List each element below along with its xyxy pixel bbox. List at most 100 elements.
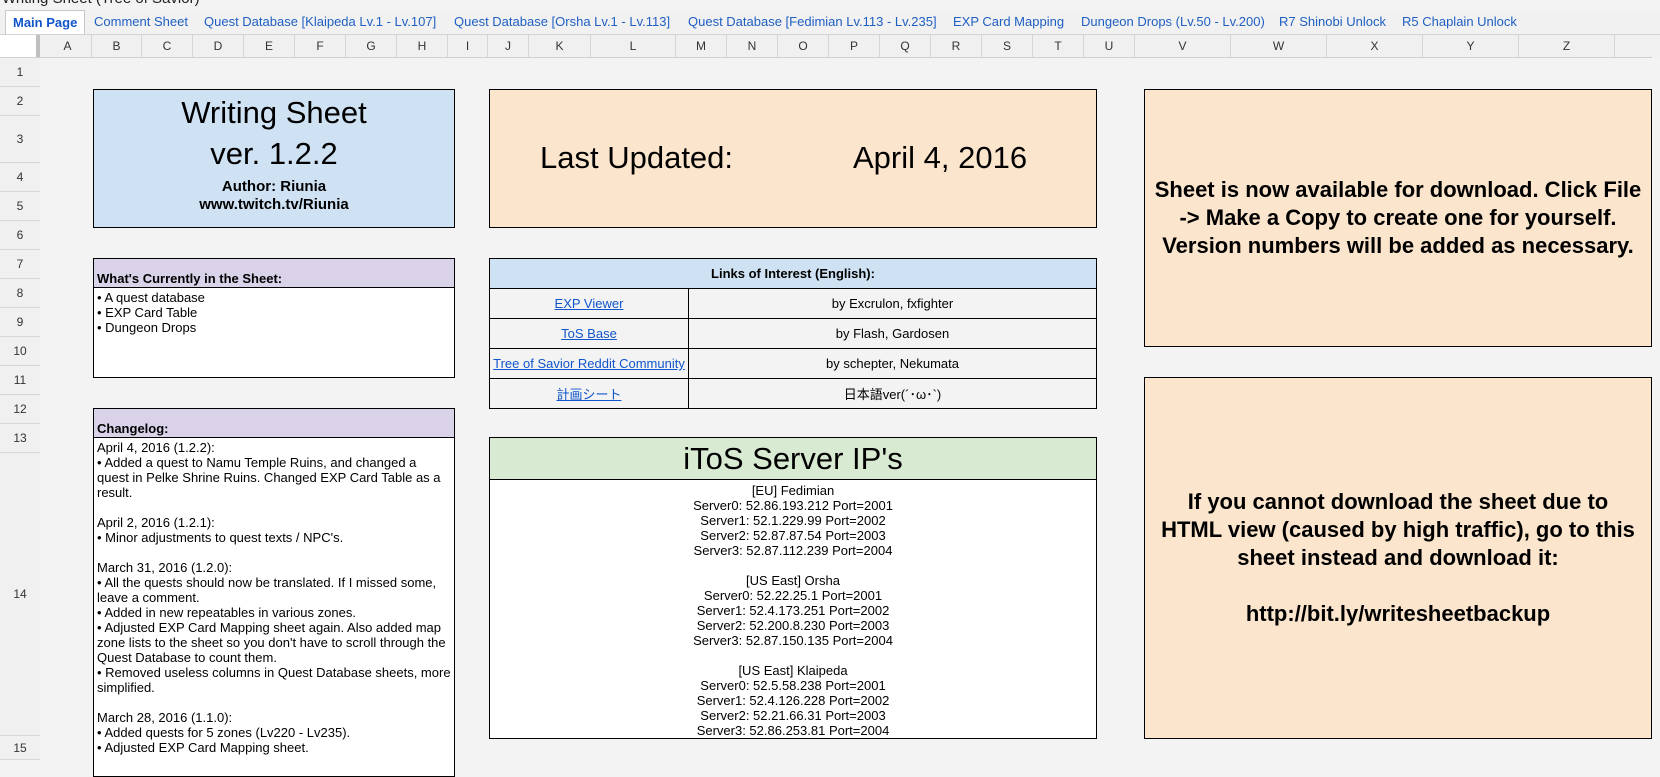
- table-row: Tree of Savior Reddit Community by schep…: [489, 348, 1097, 379]
- tab-r7-shinobi[interactable]: R7 Shinobi Unlock: [1279, 10, 1386, 33]
- server-group: [US East] Klaipeda Server0: 52.5.58.238 …: [490, 663, 1096, 738]
- changelog-date: March 28, 2016 (1.1.0):: [97, 710, 233, 725]
- author: Author: Riunia: [221, 178, 327, 195]
- column-header-v[interactable]: V: [1135, 35, 1231, 57]
- download-notice-text: Sheet is now available for download. Cli…: [1154, 177, 1642, 258]
- row-header-10[interactable]: 10: [0, 337, 40, 366]
- row-header-14[interactable]: 14: [0, 453, 40, 736]
- sheet-tab-bar: Main Page Comment Sheet Quest Database […: [0, 10, 1660, 35]
- column-header-c[interactable]: C: [142, 35, 193, 57]
- changelog-item: • All the quests should now be translate…: [97, 575, 437, 605]
- column-header-o[interactable]: O: [778, 35, 829, 57]
- vertical-scrollbar[interactable]: [1652, 57, 1660, 764]
- current-contents-heading: What's Currently in the Sheet:: [93, 258, 455, 288]
- link-credit: 日本語ver(´･ω･`): [688, 378, 1097, 409]
- row-header-12[interactable]: 12: [0, 395, 40, 424]
- column-header-r[interactable]: R: [931, 35, 982, 57]
- row-header-7[interactable]: 7: [0, 250, 40, 279]
- column-header-t[interactable]: T: [1033, 35, 1084, 57]
- link-exp-viewer[interactable]: EXP Viewer: [555, 296, 624, 311]
- column-header-x[interactable]: X: [1327, 35, 1423, 57]
- row-header-15[interactable]: 15: [0, 736, 40, 760]
- select-all-corner[interactable]: [0, 35, 40, 57]
- row-header-2[interactable]: 2: [0, 87, 40, 116]
- sheet-title: Writing Sheet: [181, 95, 367, 130]
- changelog-entry: April 4, 2016 (1.2.2): • Added a quest t…: [97, 440, 451, 500]
- current-contents-list: • A quest database • EXP Card Table • Du…: [93, 287, 455, 378]
- changelog-entry: April 2, 2016 (1.2.1): • Minor adjustmen…: [97, 515, 451, 545]
- server-region: [EU] Fedimian: [751, 483, 835, 498]
- server-line: Server3: 52.87.112.239 Port=2004: [693, 543, 893, 558]
- tab-quest-db-fedimian[interactable]: Quest Database [Fedimian Lv.113 - Lv.235…: [688, 10, 937, 33]
- server-line: Server3: 52.87.150.135 Port=2004: [693, 633, 893, 648]
- server-line: Server0: 52.22.25.1 Port=2001: [703, 588, 883, 603]
- server-ips-heading: iToS Server IP's: [489, 437, 1097, 480]
- document-title: Writing Sheet (Tree of Savior): [2, 0, 200, 7]
- row-header-5[interactable]: 5: [0, 192, 40, 221]
- backup-url: http://bit.ly/writesheetbackup: [1245, 601, 1551, 626]
- link-credit: by schepter, Nekumata: [688, 348, 1097, 379]
- row-header-4[interactable]: 4: [0, 163, 40, 192]
- changelog-item: • Added in new repeatables in various zo…: [97, 605, 356, 620]
- row-header-1[interactable]: 1: [0, 58, 40, 87]
- links-table: Links of Interest (English): EXP Viewer …: [489, 258, 1097, 409]
- column-header-s[interactable]: S: [982, 35, 1033, 57]
- backup-notice-text: If you cannot download the sheet due to …: [1161, 489, 1635, 570]
- link-credit: by Excrulon, fxfighter: [688, 288, 1097, 319]
- table-row: EXP Viewer by Excrulon, fxfighter: [489, 288, 1097, 319]
- changelog-item: • Added a quest to Namu Temple Ruins, an…: [97, 455, 441, 500]
- row-header-3[interactable]: 3: [0, 116, 40, 163]
- column-header-y[interactable]: Y: [1423, 35, 1519, 57]
- link-planning-sheet-jp[interactable]: 計画シート: [556, 387, 621, 402]
- server-line: Server2: 52.21.66.31 Port=2003: [700, 708, 886, 723]
- column-header-a[interactable]: A: [44, 35, 92, 57]
- tab-comment-sheet[interactable]: Comment Sheet: [94, 10, 188, 33]
- list-item: • EXP Card Table: [97, 305, 198, 320]
- column-header-g[interactable]: G: [346, 35, 397, 57]
- changelog-item: • Adjusted EXP Card Mapping sheet again.…: [97, 620, 446, 665]
- column-header-n[interactable]: N: [727, 35, 778, 57]
- column-header-i[interactable]: I: [448, 35, 488, 57]
- tab-quest-db-klaipeda[interactable]: Quest Database [Klaipeda Lv.1 - Lv.107]: [204, 10, 436, 33]
- link-tos-base[interactable]: ToS Base: [561, 326, 617, 341]
- server-group: [US East] Orsha Server0: 52.22.25.1 Port…: [490, 573, 1096, 648]
- tab-exp-card-mapping[interactable]: EXP Card Mapping: [953, 10, 1064, 33]
- changelog-item: • Added quests for 5 zones (Lv220 - Lv23…: [97, 725, 351, 740]
- row-header-13[interactable]: 13: [0, 424, 40, 453]
- changelog-item: • Adjusted EXP Card Mapping sheet.: [97, 740, 309, 755]
- tab-quest-db-orsha[interactable]: Quest Database [Orsha Lv.1 - Lv.113]: [454, 10, 670, 33]
- column-header-m[interactable]: M: [676, 35, 727, 57]
- tab-r5-chaplain[interactable]: R5 Chaplain Unlock: [1402, 10, 1517, 33]
- server-line: Server0: 52.5.58.238 Port=2001: [700, 678, 886, 693]
- column-header-f[interactable]: F: [295, 35, 346, 57]
- column-header-h[interactable]: H: [397, 35, 448, 57]
- column-header-k[interactable]: K: [529, 35, 591, 57]
- list-item: • Dungeon Drops: [97, 320, 197, 335]
- server-line: Server2: 52.200.8.230 Port=2003: [696, 618, 890, 633]
- row-header-8[interactable]: 8: [0, 279, 40, 308]
- server-line: Server1: 52.4.173.251 Port=2002: [696, 603, 890, 618]
- column-header-d[interactable]: D: [193, 35, 244, 57]
- row-header-9[interactable]: 9: [0, 308, 40, 337]
- tab-dungeon-drops[interactable]: Dungeon Drops (Lv.50 - Lv.200): [1081, 10, 1265, 33]
- last-updated-value: April 4, 2016: [853, 140, 1028, 175]
- changelog-heading: Changelog:: [93, 408, 455, 438]
- column-header-l[interactable]: L: [591, 35, 676, 57]
- column-header-b[interactable]: B: [92, 35, 142, 57]
- row-header-11[interactable]: 11: [0, 366, 40, 395]
- column-header-w[interactable]: W: [1231, 35, 1327, 57]
- column-header-u[interactable]: U: [1084, 35, 1135, 57]
- column-header-p[interactable]: P: [829, 35, 880, 57]
- changelog-body: April 4, 2016 (1.2.2): • Added a quest t…: [93, 437, 455, 777]
- column-header-j[interactable]: J: [488, 35, 529, 57]
- tab-main-page[interactable]: Main Page: [5, 10, 86, 34]
- column-header-z[interactable]: Z: [1519, 35, 1615, 57]
- changelog-date: March 31, 2016 (1.2.0):: [97, 560, 233, 575]
- link-credit: by Flash, Gardosen: [688, 318, 1097, 349]
- column-header-q[interactable]: Q: [880, 35, 931, 57]
- changelog-item: • Minor adjustments to quest texts / NPC…: [97, 530, 344, 545]
- changelog-item: • Removed useless columns in Quest Datab…: [97, 665, 451, 695]
- link-reddit-community[interactable]: Tree of Savior Reddit Community: [493, 356, 685, 371]
- column-header-e[interactable]: E: [244, 35, 295, 57]
- row-header-6[interactable]: 6: [0, 221, 40, 250]
